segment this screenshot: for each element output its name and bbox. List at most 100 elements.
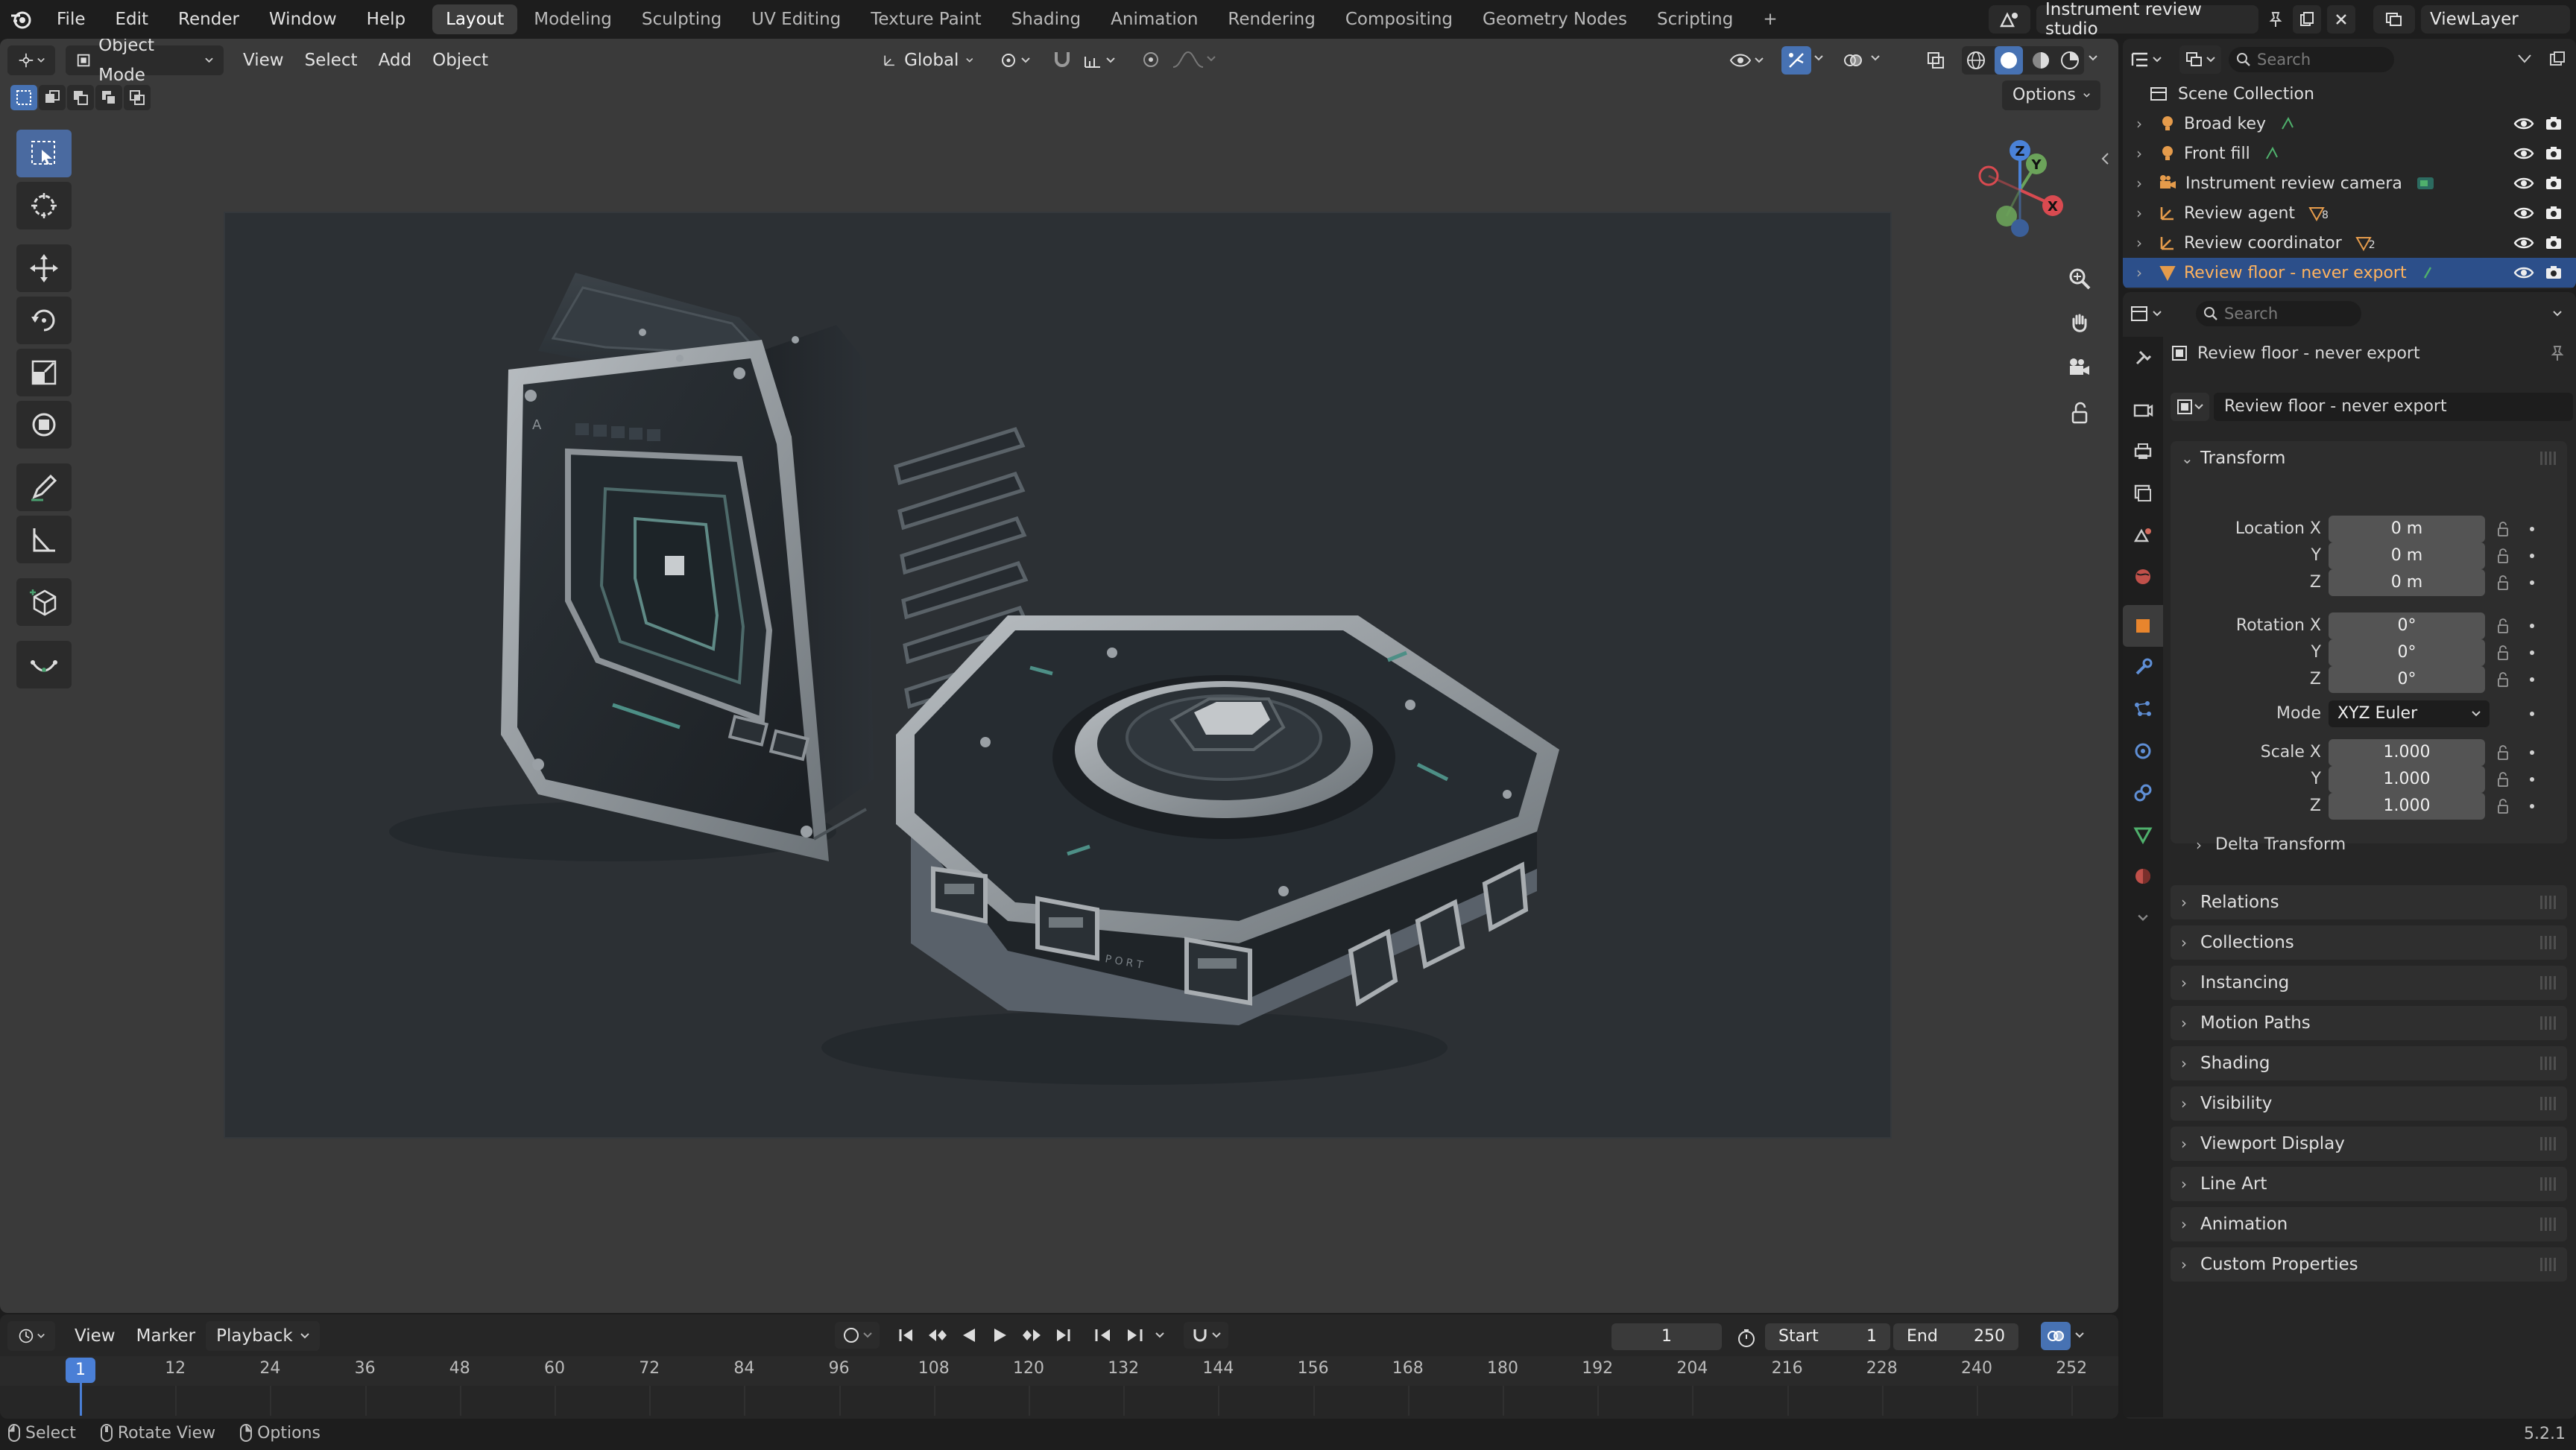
panel-instancing[interactable]: › Instancing — [2171, 966, 2567, 1000]
jump-start-button[interactable] — [893, 1322, 920, 1349]
visibility-dropdown[interactable] — [1729, 48, 1771, 73]
measure-tool[interactable] — [16, 516, 72, 563]
tab-output[interactable] — [2123, 431, 2163, 472]
lock-icon[interactable] — [2497, 799, 2509, 814]
panel-shading[interactable]: › Shading — [2171, 1046, 2567, 1080]
scale-tool[interactable] — [16, 349, 72, 396]
scene-icon[interactable] — [1989, 5, 2030, 34]
close-icon[interactable] — [2327, 5, 2355, 34]
menu-view[interactable]: View — [233, 45, 294, 75]
rendered-shading-icon[interactable] — [2059, 50, 2080, 71]
falloff-button[interactable] — [1172, 49, 1216, 72]
panel-line-art[interactable]: › Line Art — [2171, 1167, 2567, 1201]
properties-options-dropdown[interactable] — [2545, 301, 2570, 326]
timeline-menu-marker[interactable]: Marker — [126, 1321, 206, 1351]
keyframe-dot[interactable] — [2530, 777, 2534, 782]
object-datablock-dropdown[interactable] — [2171, 393, 2209, 421]
select-intersect-button[interactable] — [124, 85, 151, 110]
next-keyframe-button[interactable] — [1121, 1322, 1148, 1349]
scene-collection-row[interactable]: Scene Collection — [2123, 79, 2576, 109]
tab-physics[interactable] — [2123, 730, 2163, 772]
menu-add[interactable]: Add — [368, 45, 423, 75]
scale-z-field[interactable]: 1.000 — [2329, 793, 2485, 820]
panel-relations[interactable]: › Relations — [2171, 885, 2567, 919]
select-box-tool[interactable] — [16, 130, 72, 177]
tab-texture-paint[interactable]: Texture Paint — [857, 4, 994, 34]
eye-icon[interactable] — [2513, 145, 2534, 162]
render-camera-icon[interactable] — [2545, 115, 2563, 132]
keyframe-dot[interactable] — [2530, 712, 2534, 716]
playhead[interactable]: 1 — [66, 1358, 95, 1383]
new-scene-icon[interactable] — [2293, 5, 2321, 34]
menu-edit[interactable]: Edit — [101, 0, 164, 39]
tab-compositing[interactable]: Compositing — [1332, 4, 1466, 34]
tab-animation[interactable]: Animation — [1097, 4, 1211, 34]
current-frame-field[interactable]: 1 — [1611, 1323, 1722, 1350]
tab-modifiers[interactable] — [2123, 647, 2163, 688]
drag-handle-icon[interactable] — [2540, 1218, 2557, 1231]
options-dropdown[interactable]: Options — [2002, 80, 2100, 110]
auto-keying-toggle[interactable] — [835, 1322, 880, 1349]
pivot-point-button[interactable] — [999, 49, 1036, 72]
eye-icon[interactable] — [2513, 205, 2534, 221]
eye-icon[interactable] — [2513, 175, 2534, 191]
tab-particles[interactable] — [2123, 688, 2163, 730]
camera-view-button[interactable] — [2063, 352, 2096, 384]
timeline-editor-type[interactable] — [7, 1321, 55, 1351]
tab-data[interactable] — [2123, 814, 2163, 855]
menu-render[interactable]: Render — [163, 0, 254, 39]
end-frame-field[interactable]: End 250 — [1893, 1323, 2018, 1350]
sidebar-toggle-icon[interactable] — [2100, 152, 2111, 167]
tab-sculpting[interactable]: Sculpting — [628, 4, 735, 34]
drag-handle-icon[interactable] — [2540, 1177, 2557, 1191]
pin-icon[interactable] — [2264, 5, 2287, 34]
keyframe-dot[interactable] — [2530, 624, 2534, 628]
rotation-z-field[interactable]: 0° — [2329, 666, 2485, 693]
frame-ruler[interactable]: 12 24 36 48 60 72 84 96 108 120 132 144 156 168 180 192… — [0, 1356, 2118, 1416]
lock-icon[interactable] — [2497, 772, 2509, 787]
drag-handle-icon[interactable] — [2540, 1137, 2557, 1150]
tab-rendering[interactable]: Rendering — [1214, 4, 1328, 34]
solid-shading-button[interactable] — [1994, 46, 2023, 75]
lock-icon[interactable] — [2497, 618, 2509, 633]
scene-name-field[interactable]: Instrument review studio — [2036, 0, 2258, 39]
render-camera-icon[interactable] — [2545, 175, 2563, 191]
transform-panel-header[interactable]: ⌄ Transform — [2171, 441, 2567, 475]
snap-keyframes-toggle[interactable] — [1184, 1322, 1228, 1349]
expand-arrow-icon[interactable]: › — [2136, 174, 2159, 192]
timeline-overlay-dropdown[interactable] — [2075, 1332, 2086, 1340]
outliner-item[interactable]: › Review floor - never export — [2123, 258, 2576, 288]
panel-visibility[interactable]: › Visibility — [2171, 1086, 2567, 1121]
select-new-button[interactable] — [10, 85, 37, 110]
display-mode-dropdown[interactable] — [2179, 45, 2221, 74]
tab-scene[interactable] — [2123, 514, 2163, 556]
gizmo-toggle[interactable] — [1781, 46, 1811, 75]
material-shading-icon[interactable] — [2030, 50, 2051, 71]
outliner[interactable]: Search Scene Collection › Broad key › Front… — [2123, 39, 2576, 289]
scale-x-field[interactable]: 1.000 — [2329, 739, 2485, 766]
lock-icon[interactable] — [2497, 645, 2509, 660]
properties-editor[interactable]: Search Review floor - never export Revie… — [2123, 292, 2576, 1419]
outliner-item[interactable]: › Instrument review camera — [2123, 168, 2576, 198]
drag-handle-icon[interactable] — [2540, 1016, 2557, 1030]
select-subtract-button[interactable] — [67, 85, 94, 110]
panel-viewport-display[interactable]: › Viewport Display — [2171, 1127, 2567, 1161]
transform-tool[interactable] — [16, 401, 72, 449]
menu-window[interactable]: Window — [254, 0, 352, 39]
keyframe-dot[interactable] — [2530, 750, 2534, 755]
tab-modeling[interactable]: Modeling — [520, 4, 625, 34]
tab-more[interactable] — [2123, 897, 2163, 939]
rotation-x-field[interactable]: 0° — [2329, 612, 2485, 639]
timeline-overlay-toggle[interactable] — [2041, 1322, 2071, 1350]
keyframe-dot[interactable] — [2530, 554, 2534, 558]
timeline-menu-playback[interactable]: Playback — [206, 1321, 320, 1351]
drag-handle-icon[interactable] — [2540, 936, 2557, 949]
expand-arrow-icon[interactable]: › — [2136, 115, 2159, 133]
outliner-item[interactable]: › Broad key — [2123, 109, 2576, 139]
panel-collections[interactable]: › Collections — [2171, 925, 2567, 960]
rotate-tool[interactable] — [16, 297, 72, 344]
keyframe-dot[interactable] — [2530, 677, 2534, 682]
drag-handle-icon[interactable] — [2540, 1057, 2557, 1070]
outliner-item[interactable]: › Review agent 8 — [2123, 198, 2576, 228]
start-frame-field[interactable]: Start 1 — [1765, 1323, 1890, 1350]
